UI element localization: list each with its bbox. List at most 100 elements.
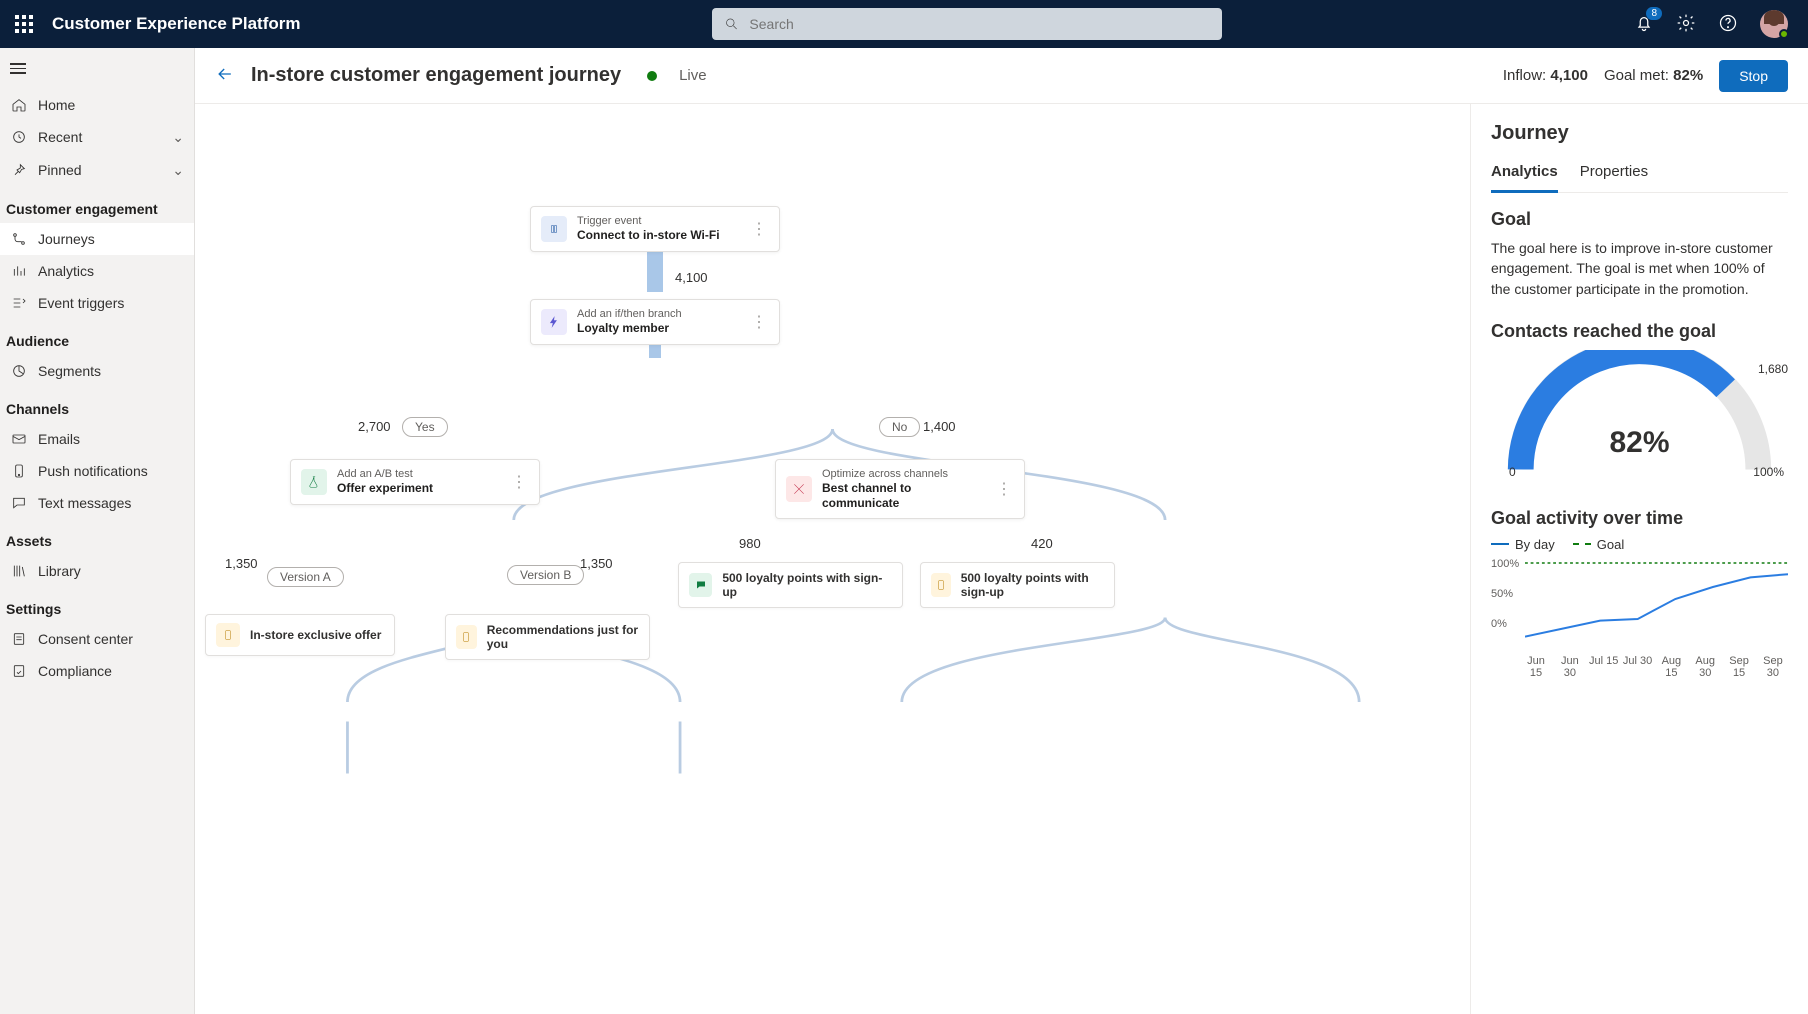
sidebar-item-library[interactable]: Library [0, 555, 194, 587]
panel-tabs: Analytics Properties [1491, 157, 1788, 193]
sidebar-item-pinned[interactable]: Pinned ⌄ [0, 154, 194, 187]
leaf-offer-b[interactable]: Recommendations just for you [445, 614, 650, 660]
node-sub: Trigger event [577, 215, 720, 228]
sidebar-item-segments[interactable]: Segments [0, 355, 194, 387]
bar-chart-icon [10, 263, 28, 279]
version-pill: Version A [267, 567, 344, 587]
clock-icon [10, 129, 28, 145]
gauge-chart: 82% 0 100% 1,680 [1491, 350, 1788, 490]
journey-canvas[interactable]: Trigger eventConnect to in-store Wi-Fi ⋮… [195, 104, 1470, 1014]
leaf-label: Recommendations just for you [487, 623, 639, 651]
tab-analytics[interactable]: Analytics [1491, 157, 1558, 193]
gauge-max: 100% [1753, 465, 1784, 479]
sidebar-item-home[interactable]: Home [0, 89, 194, 121]
sidebar-item-emails[interactable]: Emails [0, 423, 194, 455]
node-trigger-event[interactable]: Trigger eventConnect to in-store Wi-Fi ⋮ [530, 206, 780, 252]
sidebar-item-label: Emails [38, 431, 184, 447]
wifi-icon [541, 216, 567, 242]
sidebar-item-label: Home [38, 97, 184, 113]
push-icon [931, 573, 951, 597]
left-sidebar: Home Recent ⌄ Pinned ⌄ Customer engageme… [0, 48, 195, 1014]
trigger-icon [10, 295, 28, 311]
x-axis-ticks: Jun 15 Jun 30 Jul 15 Jul 30 Aug 15 Aug 3… [1521, 655, 1788, 679]
page-header: In-store customer engagement journey Liv… [195, 48, 1808, 104]
top-bar: Customer Experience Platform 8 [0, 0, 1808, 48]
leaf-label: In-store exclusive offer [250, 628, 381, 642]
flow-count: 2,700 [358, 419, 391, 434]
notifications-button[interactable]: 8 [1634, 13, 1654, 36]
optimize-icon [786, 476, 812, 502]
node-sub: Optimize across channels [822, 468, 984, 481]
leaf-channel-b[interactable]: 500 loyalty points with sign-up [920, 562, 1115, 608]
search-icon [724, 16, 739, 32]
sidebar-collapse-button[interactable] [0, 48, 194, 89]
sidebar-item-label: Event triggers [38, 295, 184, 311]
sidebar-item-label: Recent [38, 129, 162, 145]
node-menu-button[interactable]: ⋮ [749, 219, 769, 239]
chat-icon [10, 495, 28, 511]
branch-pill-yes: Yes [402, 417, 448, 437]
chevron-down-icon: ⌄ [172, 162, 184, 179]
node-sub: Add an A/B test [337, 468, 433, 481]
node-sub: Add an if/then branch [577, 308, 682, 321]
sidebar-item-label: Journeys [38, 231, 184, 247]
sidebar-item-journeys[interactable]: Journeys [0, 223, 194, 255]
compliance-icon [10, 663, 28, 679]
global-search[interactable] [712, 8, 1222, 40]
status-dot [647, 71, 657, 81]
home-icon [10, 97, 28, 113]
leaf-label: 500 loyalty points with sign-up [722, 571, 892, 599]
tab-properties[interactable]: Properties [1580, 157, 1648, 192]
gauge-heading: Contacts reached the goal [1491, 321, 1788, 342]
bolt-icon [541, 309, 567, 335]
leaf-channel-a[interactable]: 500 loyalty points with sign-up [678, 562, 903, 608]
app-launcher-icon[interactable] [8, 8, 40, 40]
node-menu-button[interactable]: ⋮ [509, 472, 529, 492]
sidebar-item-label: Segments [38, 363, 184, 379]
version-pill: Version B [507, 565, 584, 585]
node-ab-test[interactable]: Add an A/B testOffer experiment ⋮ [290, 459, 540, 505]
sidebar-item-label: Library [38, 563, 184, 579]
node-branch[interactable]: Add an if/then branchLoyalty member ⋮ [530, 299, 780, 345]
sidebar-item-compliance[interactable]: Compliance [0, 655, 194, 687]
push-icon [216, 623, 240, 647]
help-icon [1718, 13, 1738, 33]
node-main: Connect to in-store Wi-Fi [577, 228, 720, 242]
help-button[interactable] [1718, 13, 1738, 36]
chart-heading: Goal activity over time [1491, 508, 1788, 529]
settings-button[interactable] [1676, 13, 1696, 36]
sidebar-item-label: Push notifications [38, 463, 184, 479]
sidebar-item-recent[interactable]: Recent ⌄ [0, 121, 194, 154]
node-optimize[interactable]: Optimize across channelsBest channel to … [775, 459, 1025, 519]
presence-indicator [1779, 29, 1789, 39]
sidebar-item-push[interactable]: Push notifications [0, 455, 194, 487]
goal-text: The goal here is to improve in-store cus… [1491, 238, 1788, 299]
node-menu-button[interactable]: ⋮ [994, 479, 1014, 499]
node-main: Best channel to communicate [822, 481, 984, 510]
flow-count: 4,100 [675, 270, 708, 285]
sidebar-item-label: Analytics [38, 263, 184, 279]
leaf-offer-a[interactable]: In-store exclusive offer [205, 614, 395, 656]
sidebar-item-sms[interactable]: Text messages [0, 487, 194, 519]
gauge-min: 0 [1509, 465, 1516, 479]
sidebar-item-label: Text messages [38, 495, 184, 511]
page-title: In-store customer engagement journey [251, 64, 621, 87]
consent-icon [10, 631, 28, 647]
account-avatar[interactable] [1760, 10, 1788, 38]
notification-badge: 8 [1646, 7, 1662, 20]
goal-heading: Goal [1491, 209, 1788, 230]
back-button[interactable] [215, 64, 235, 87]
sidebar-item-label: Consent center [38, 631, 184, 647]
node-menu-button[interactable]: ⋮ [749, 312, 769, 332]
status-text: Live [679, 67, 707, 84]
sidebar-item-event-triggers[interactable]: Event triggers [0, 287, 194, 319]
stop-button[interactable]: Stop [1719, 60, 1788, 92]
app-brand: Customer Experience Platform [52, 14, 300, 34]
flask-icon [301, 469, 327, 495]
inflow-metric: Inflow: 4,100 [1503, 67, 1588, 84]
panel-title: Journey [1491, 122, 1788, 145]
pin-icon [10, 162, 28, 178]
search-input[interactable] [749, 16, 1210, 32]
sidebar-item-analytics[interactable]: Analytics [0, 255, 194, 287]
sidebar-item-consent[interactable]: Consent center [0, 623, 194, 655]
